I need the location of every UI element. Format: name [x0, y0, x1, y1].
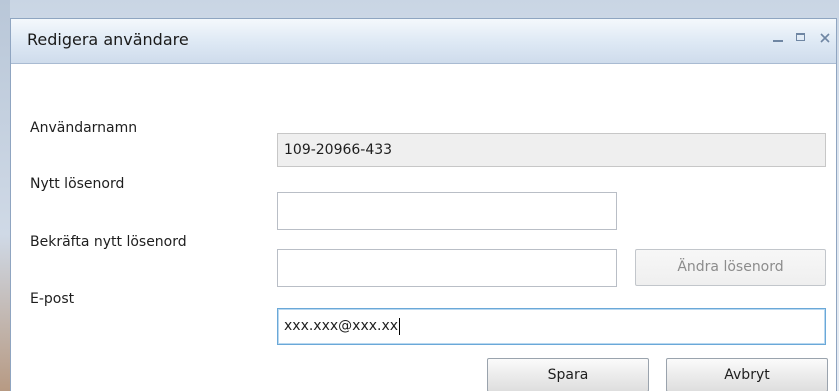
email-value: xxx.xxx@xxx.xx: [284, 318, 399, 334]
edit-user-dialog: Redigera användare Användarnamn 109-2096…: [10, 18, 837, 391]
minimize-icon[interactable]: [770, 30, 786, 46]
confirm-password-field[interactable]: [277, 249, 617, 287]
dialog-title: Redigera användare: [27, 30, 189, 49]
maximize-icon[interactable]: [793, 30, 809, 46]
username-label: Användarnamn: [30, 120, 138, 136]
dialog-titlebar[interactable]: Redigera användare: [11, 19, 836, 64]
new-password-field[interactable]: [277, 192, 617, 230]
cancel-button[interactable]: Avbryt: [666, 358, 828, 391]
save-button[interactable]: Spara: [487, 358, 649, 391]
desktop-background: Redigera användare Användarnamn 109-2096…: [0, 0, 839, 391]
confirm-password-label: Bekräfta nytt lösenord: [30, 234, 187, 250]
close-icon[interactable]: [817, 30, 833, 46]
background-window-edge: [0, 0, 10, 391]
email-label: E-post: [30, 291, 75, 307]
text-cursor: [399, 317, 401, 335]
dialog-body: Användarnamn 109-20966-433 Nytt lösenord…: [11, 64, 836, 391]
new-password-label: Nytt lösenord: [30, 176, 125, 192]
email-field[interactable]: xxx.xxx@xxx.xx: [277, 308, 826, 345]
change-password-button[interactable]: Ändra lösenord: [635, 249, 826, 286]
username-field: 109-20966-433: [277, 133, 826, 167]
